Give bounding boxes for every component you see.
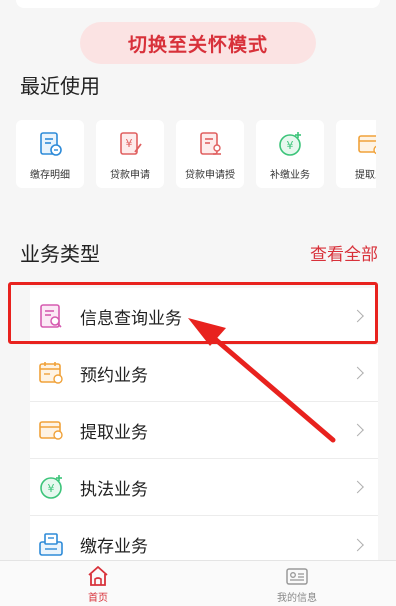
chevron-right-icon [351, 423, 364, 437]
recent-item-withdraw[interactable]: 提取业 [336, 120, 376, 188]
care-mode-button[interactable]: 切换至关怀模式 [80, 22, 316, 64]
recent-item-supplement-payment[interactable]: ¥ 补缴业务 [256, 120, 324, 188]
recent-item-label: 缴存明细 [30, 170, 70, 181]
law-enforcement-icon: ¥ [36, 472, 66, 502]
withdraw-icon [36, 415, 66, 445]
recent-item-label: 贷款申请授 [185, 170, 235, 181]
chevron-right-icon [351, 366, 364, 380]
tab-home[interactable]: 首页 [53, 565, 143, 605]
page: 切换至关怀模式 最近使用 缴存明细 ¥ 贷款申请 贷款申请授 ¥ 补缴业务 提取… [0, 0, 396, 606]
business-item-info-query[interactable]: 信息查询业务 [30, 288, 378, 345]
chevron-right-icon [351, 309, 364, 323]
deposit-icon [36, 530, 66, 560]
id-card-icon [286, 568, 308, 585]
business-section-title: 业务类型 [20, 242, 100, 266]
recent-item-label: 提取业 [355, 170, 376, 181]
business-item-label: 执法业务 [80, 479, 148, 500]
business-item-label: 预约业务 [80, 365, 148, 386]
business-item-withdraw[interactable]: 提取业务 [30, 402, 378, 459]
business-item-appointment[interactable]: 预约业务 [30, 345, 378, 402]
business-item-label: 缴存业务 [80, 537, 148, 557]
view-all-link[interactable]: 查看全部 [310, 240, 378, 265]
svg-text:¥: ¥ [287, 139, 294, 152]
business-list: 信息查询业务 预约业务 提取业务 ¥ 执法业务 缴存业务 [30, 288, 378, 560]
business-item-law-enforcement[interactable]: ¥ 执法业务 [30, 459, 378, 516]
recent-section-title: 最近使用 [20, 74, 100, 98]
tab-my-info-label: 我的信息 [277, 593, 317, 604]
loan-authorize-icon [195, 130, 225, 158]
svg-text:¥: ¥ [48, 482, 55, 495]
loan-apply-icon: ¥ [115, 130, 145, 158]
withdraw-icon [355, 130, 376, 158]
recent-item-label: 贷款申请 [110, 170, 150, 181]
deposit-detail-icon [35, 130, 65, 158]
recent-item-loan-authorize[interactable]: 贷款申请授 [176, 120, 244, 188]
recent-item-deposit-detail[interactable]: 缴存明细 [16, 120, 84, 188]
recent-item-label: 补缴业务 [270, 170, 310, 181]
bottom-tab-bar: 首页 我的信息 [0, 560, 396, 606]
info-query-icon [36, 301, 66, 331]
tab-home-label: 首页 [88, 593, 108, 604]
svg-text:¥: ¥ [126, 137, 133, 150]
business-item-label: 提取业务 [80, 422, 148, 443]
recent-items-row[interactable]: 缴存明细 ¥ 贷款申请 贷款申请授 ¥ 补缴业务 提取业 [16, 120, 376, 190]
tab-my-info[interactable]: 我的信息 [252, 565, 342, 605]
appointment-icon [36, 358, 66, 388]
business-item-label: 信息查询业务 [80, 308, 182, 329]
home-icon [88, 566, 108, 586]
chevron-right-icon [351, 480, 364, 494]
recent-item-loan-apply[interactable]: ¥ 贷款申请 [96, 120, 164, 188]
supplement-payment-icon: ¥ [275, 130, 305, 158]
top-card [16, 0, 380, 8]
chevron-right-icon [351, 538, 364, 551]
